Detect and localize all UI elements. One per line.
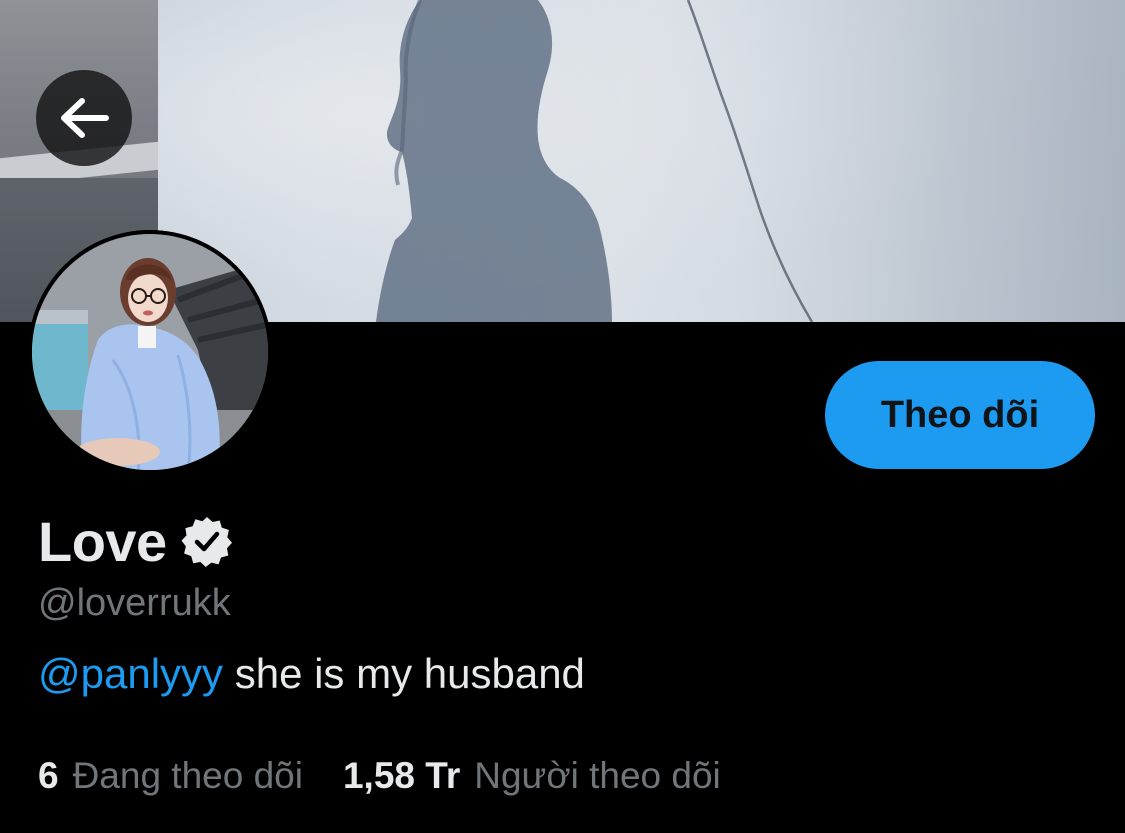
back-button[interactable] — [36, 70, 132, 166]
bio-mention-link[interactable]: @panlyyy — [38, 650, 223, 697]
followers-count: 1,58 Tr — [342, 755, 461, 796]
profile-bio: @panlyyy she is my husband — [38, 650, 585, 698]
verified-badge-icon[interactable] — [181, 515, 233, 567]
following-stat[interactable]: 6 Đang theo dõi — [38, 755, 303, 797]
followers-stat[interactable]: 1,58 Tr Người theo dõi — [343, 755, 721, 797]
follow-button[interactable]: Theo dõi — [825, 361, 1095, 469]
following-label: Đang theo dõi — [72, 755, 303, 796]
arrow-left-icon — [61, 98, 109, 138]
followers-label: Người theo dõi — [474, 755, 721, 796]
profile-page: Theo dõi Love @loverrukk @panlyyy she is… — [0, 0, 1125, 833]
profile-name-row: Love — [38, 508, 233, 574]
profile-handle: @loverrukk — [38, 582, 231, 624]
avatar[interactable] — [28, 230, 272, 474]
profile-stats: 6 Đang theo dõi 1,58 Tr Người theo dõi — [38, 755, 721, 797]
following-count: 6 — [38, 755, 59, 796]
display-name: Love — [38, 509, 167, 573]
bio-text: she is my husband — [223, 650, 585, 697]
